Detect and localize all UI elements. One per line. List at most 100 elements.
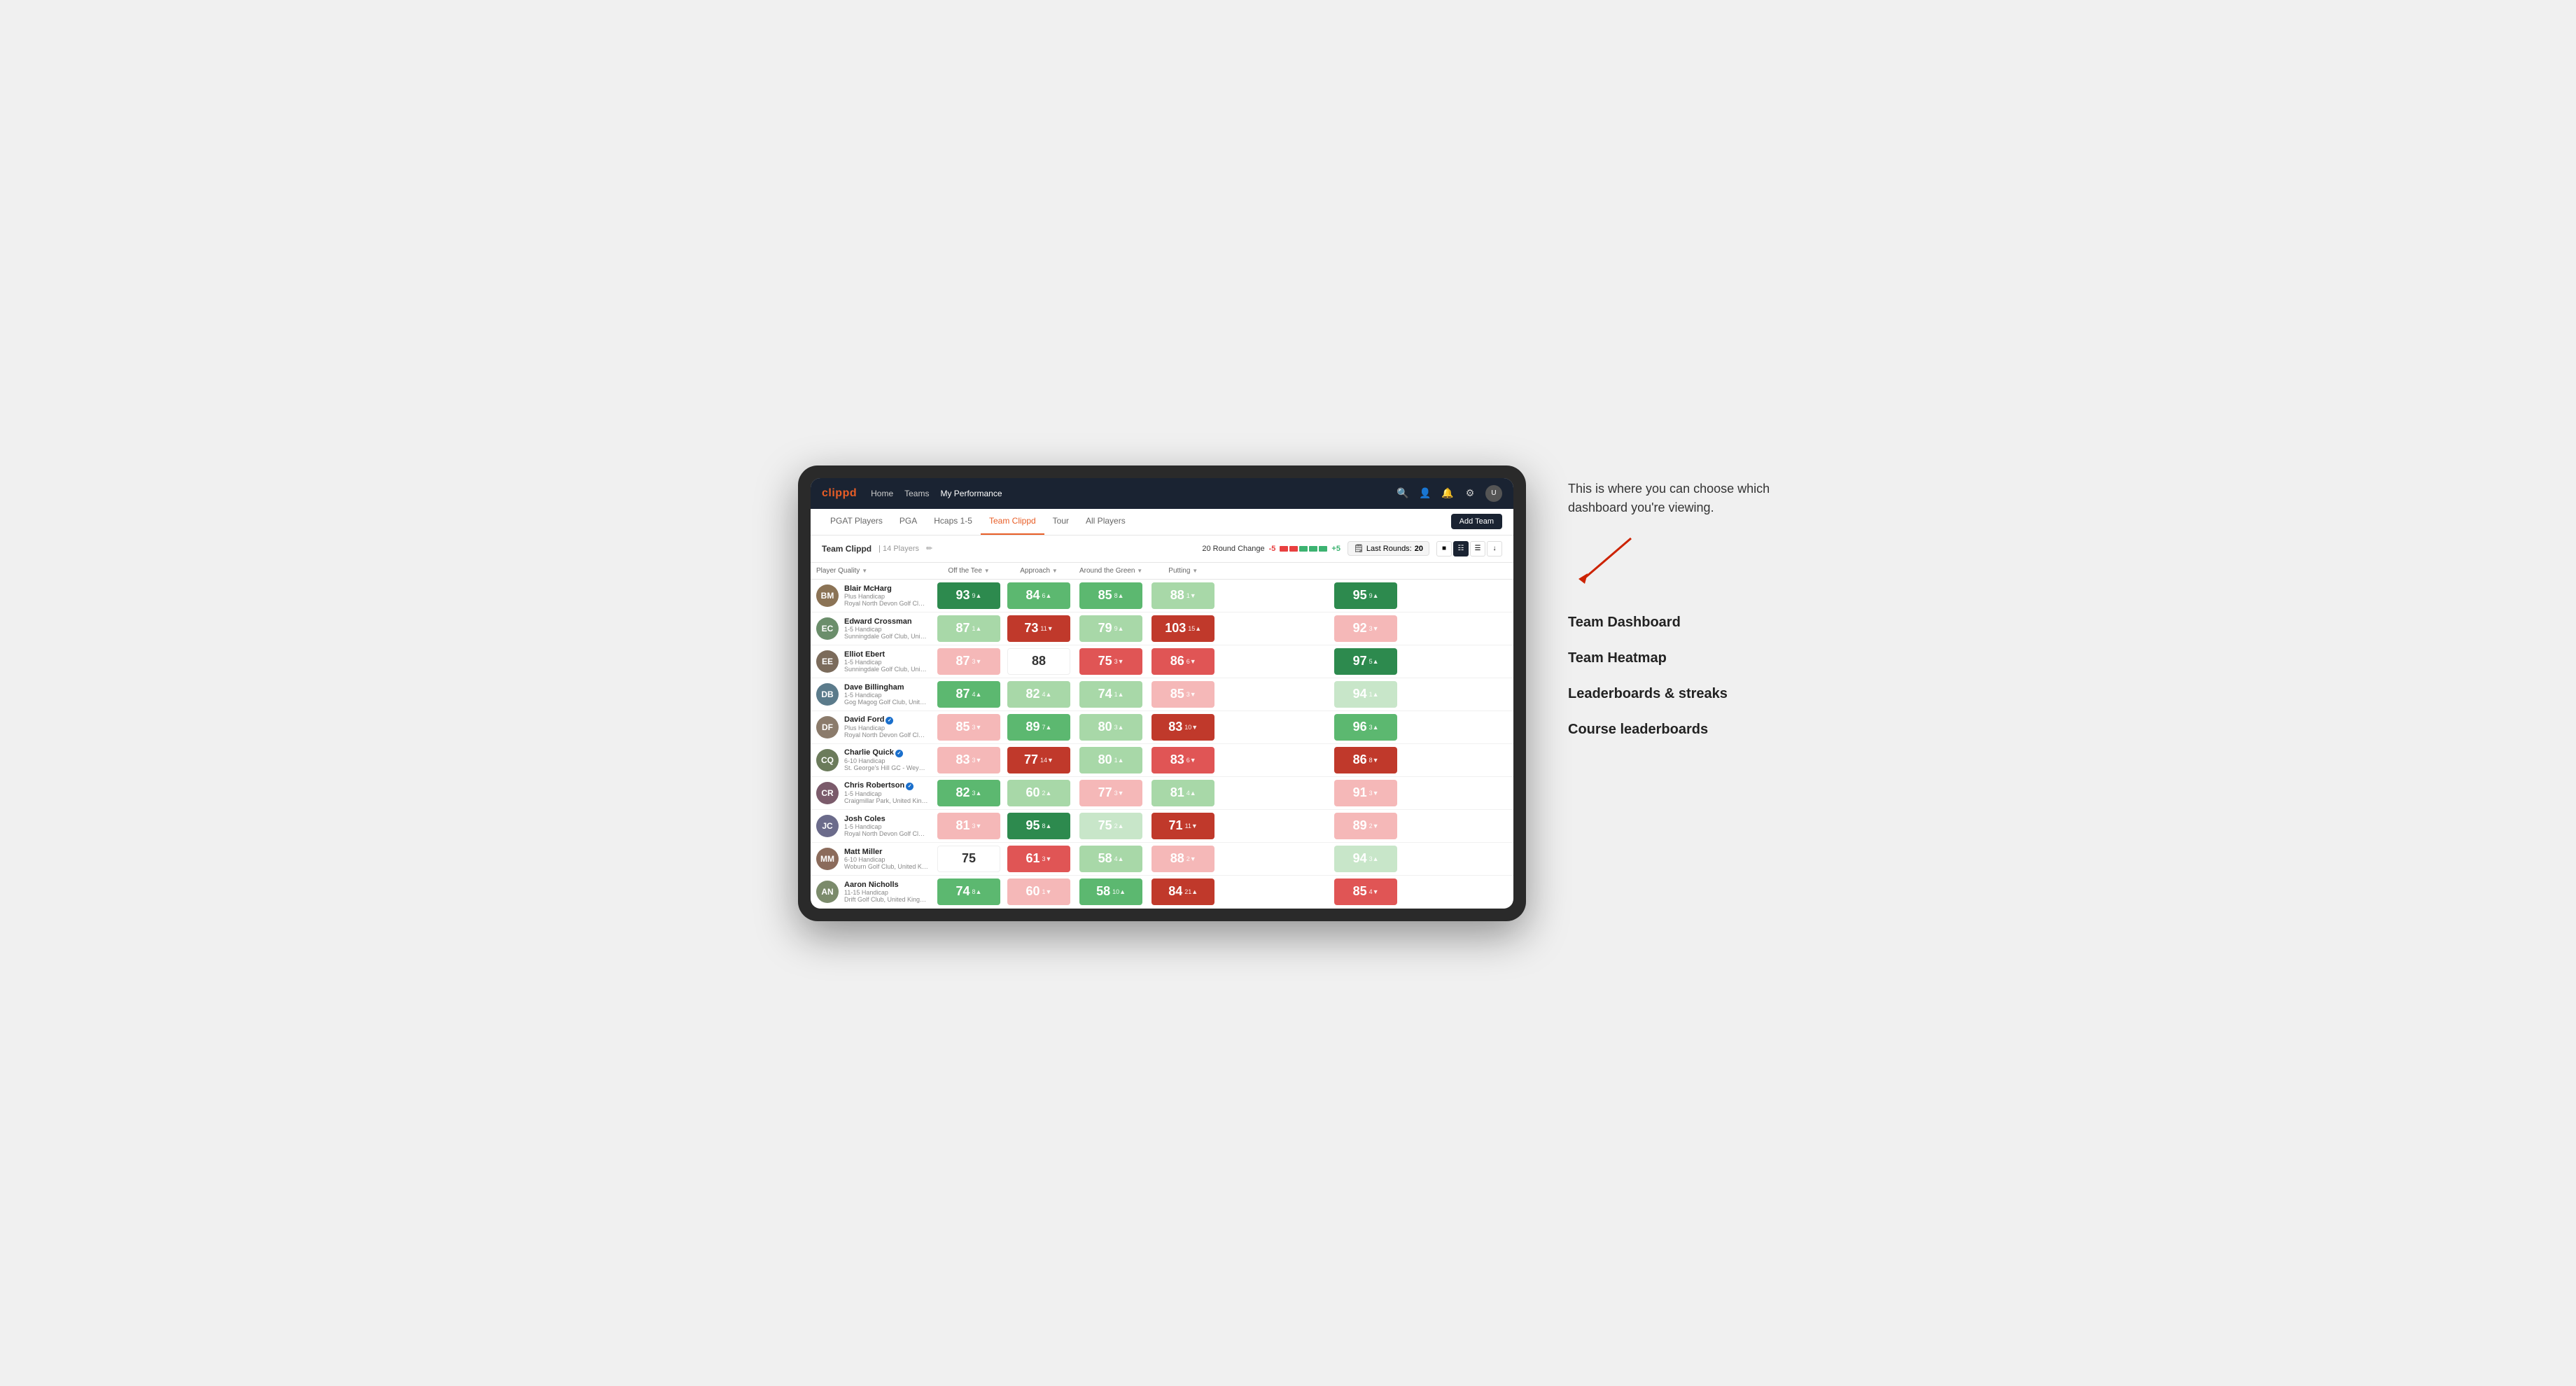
- score-cell-around_green: 88 2▼: [1148, 842, 1218, 875]
- col-header-approach[interactable]: Approach ▼: [1004, 563, 1074, 580]
- settings-icon[interactable]: ⚙: [1463, 486, 1477, 500]
- player-cell[interactable]: EE Elliot Ebert 1-5 Handicap Sunningdale…: [811, 645, 934, 678]
- player-cell[interactable]: CQ Charlie Quick✓ 6-10 Handicap St. Geor…: [811, 743, 934, 776]
- player-cell[interactable]: AN Aaron Nicholls 11-15 Handicap Drift G…: [811, 875, 934, 908]
- col-header-around-green[interactable]: Around the Green ▼: [1074, 563, 1148, 580]
- search-icon[interactable]: 🔍: [1396, 486, 1410, 500]
- player-club: Woburn Golf Club, United Kingdom: [844, 863, 928, 870]
- add-team-button[interactable]: Add Team: [1451, 514, 1502, 529]
- table-row: AN Aaron Nicholls 11-15 Handicap Drift G…: [811, 875, 1513, 908]
- tab-all-players[interactable]: All Players: [1077, 508, 1134, 535]
- score-box: 81 3▼: [937, 813, 1000, 839]
- menu-item-team-dashboard[interactable]: Team Dashboard: [1568, 605, 1778, 640]
- edit-icon[interactable]: ✏: [926, 544, 932, 553]
- nav-link-performance[interactable]: My Performance: [940, 486, 1002, 501]
- player-club: Craigmillar Park, United Kingdom: [844, 797, 928, 804]
- player-cell[interactable]: JC Josh Coles 1-5 Handicap Royal North D…: [811, 809, 934, 842]
- score-change: 15▲: [1188, 625, 1201, 632]
- table-row: EE Elliot Ebert 1-5 Handicap Sunningdale…: [811, 645, 1513, 678]
- table-view-button[interactable]: ☷: [1453, 541, 1469, 556]
- score-cell-approach: 77 3▼: [1074, 776, 1148, 809]
- player-name: Charlie Quick✓: [844, 748, 928, 757]
- score-change: 9▲: [1114, 625, 1124, 632]
- score-change: 10▼: [1184, 724, 1198, 731]
- bar-green-2: [1309, 546, 1317, 552]
- menu-item-leaderboards[interactable]: Leaderboards & streaks: [1568, 676, 1778, 712]
- nav-link-teams[interactable]: Teams: [904, 486, 929, 501]
- player-handicap: Plus Handicap: [844, 593, 928, 600]
- col-header-off-tee[interactable]: Off the Tee ▼: [934, 563, 1004, 580]
- download-button[interactable]: ↓: [1487, 541, 1502, 556]
- score-value: 83: [1168, 720, 1182, 734]
- score-value: 88: [1032, 654, 1046, 668]
- profile-icon[interactable]: 👤: [1418, 486, 1432, 500]
- player-name: Edward Crossman: [844, 617, 928, 626]
- score-cell-off_tee: 88: [1004, 645, 1074, 678]
- score-value: 60: [1026, 884, 1040, 899]
- score-value: 82: [956, 785, 970, 800]
- score-box: 79 9▲: [1079, 615, 1142, 642]
- score-cell-around_green: 81 4▲: [1148, 776, 1218, 809]
- player-club: Royal North Devon Golf Club, United King…: [844, 732, 928, 738]
- score-value: 80: [1098, 752, 1112, 767]
- player-cell[interactable]: DB Dave Billingham 1-5 Handicap Gog Mago…: [811, 678, 934, 710]
- score-cell-quality: 87 1▲: [934, 612, 1004, 645]
- table-row: BM Blair McHarg Plus Handicap Royal Nort…: [811, 579, 1513, 612]
- score-change: 1▲: [972, 625, 982, 632]
- col-header-putting[interactable]: Putting ▼: [1148, 563, 1218, 580]
- score-value: 80: [1098, 720, 1112, 734]
- score-change: 1▲: [1114, 757, 1124, 764]
- score-cell-off_tee: 84 6▲: [1004, 579, 1074, 612]
- verified-icon: ✓: [906, 783, 913, 790]
- tab-pga[interactable]: PGA: [891, 508, 925, 535]
- nav-link-home[interactable]: Home: [871, 486, 893, 501]
- score-cell-off_tee: 82 4▲: [1004, 678, 1074, 710]
- score-change: 21▲: [1184, 888, 1198, 895]
- player-avatar: MM: [816, 848, 839, 870]
- avatar[interactable]: U: [1485, 485, 1502, 502]
- score-value: 87: [956, 654, 970, 668]
- bar-green-3: [1319, 546, 1327, 552]
- player-cell[interactable]: CR Chris Robertson✓ 1-5 Handicap Craigmi…: [811, 776, 934, 809]
- player-handicap: 1-5 Handicap: [844, 790, 928, 797]
- player-cell[interactable]: BM Blair McHarg Plus Handicap Royal Nort…: [811, 579, 934, 612]
- score-box: 88: [1007, 648, 1070, 675]
- last-rounds-button[interactable]: 🗒 Last Rounds: 20: [1348, 541, 1429, 556]
- player-cell[interactable]: MM Matt Miller 6-10 Handicap Woburn Golf…: [811, 842, 934, 875]
- score-cell-putting: 94 1▲: [1218, 678, 1513, 710]
- score-change: 7▲: [1042, 724, 1052, 731]
- score-change: 2▼: [1369, 822, 1379, 830]
- col-header-player[interactable]: Player Quality ▼: [811, 563, 934, 580]
- table-row: JC Josh Coles 1-5 Handicap Royal North D…: [811, 809, 1513, 842]
- score-change: 3▼: [972, 724, 982, 731]
- menu-item-course-leaderboards[interactable]: Course leaderboards: [1568, 712, 1778, 748]
- tab-team-clippd[interactable]: Team Clippd: [981, 508, 1044, 535]
- bell-icon[interactable]: 🔔: [1441, 486, 1455, 500]
- data-table: Player Quality ▼ Off the Tee ▼ Approach …: [811, 563, 1513, 909]
- score-change: 11▼: [1185, 822, 1198, 830]
- tab-tour[interactable]: Tour: [1044, 508, 1077, 535]
- score-cell-quality: 81 3▼: [934, 809, 1004, 842]
- score-box: 75 3▼: [1079, 648, 1142, 675]
- player-handicap: 6-10 Handicap: [844, 757, 928, 764]
- nav-bar: clippd Home Teams My Performance 🔍 👤 🔔 ⚙…: [811, 478, 1513, 509]
- score-change: 4▲: [1186, 790, 1196, 797]
- score-box: 60 2▲: [1007, 780, 1070, 806]
- tab-hcaps[interactable]: Hcaps 1-5: [925, 508, 981, 535]
- menu-list: Team Dashboard Team Heatmap Leaderboards…: [1568, 605, 1778, 748]
- score-box: 84 21▲: [1152, 878, 1214, 905]
- player-club: Sunningdale Golf Club, United Kingdom: [844, 666, 928, 673]
- player-cell[interactable]: EC Edward Crossman 1-5 Handicap Sunningd…: [811, 612, 934, 645]
- score-value: 94: [1353, 851, 1367, 866]
- menu-item-team-heatmap[interactable]: Team Heatmap: [1568, 640, 1778, 676]
- score-box: 75 2▲: [1079, 813, 1142, 839]
- list-view-button[interactable]: ☰: [1470, 541, 1485, 556]
- score-value: 87: [956, 621, 970, 636]
- player-cell[interactable]: DF David Ford✓ Plus Handicap Royal North…: [811, 710, 934, 743]
- tab-pgat[interactable]: PGAT Players: [822, 508, 891, 535]
- score-cell-approach: 85 8▲: [1074, 579, 1148, 612]
- grid-view-button[interactable]: ■: [1436, 541, 1452, 556]
- score-value: 85: [1098, 588, 1112, 603]
- score-value: 94: [1353, 687, 1367, 701]
- score-value: 93: [956, 588, 970, 603]
